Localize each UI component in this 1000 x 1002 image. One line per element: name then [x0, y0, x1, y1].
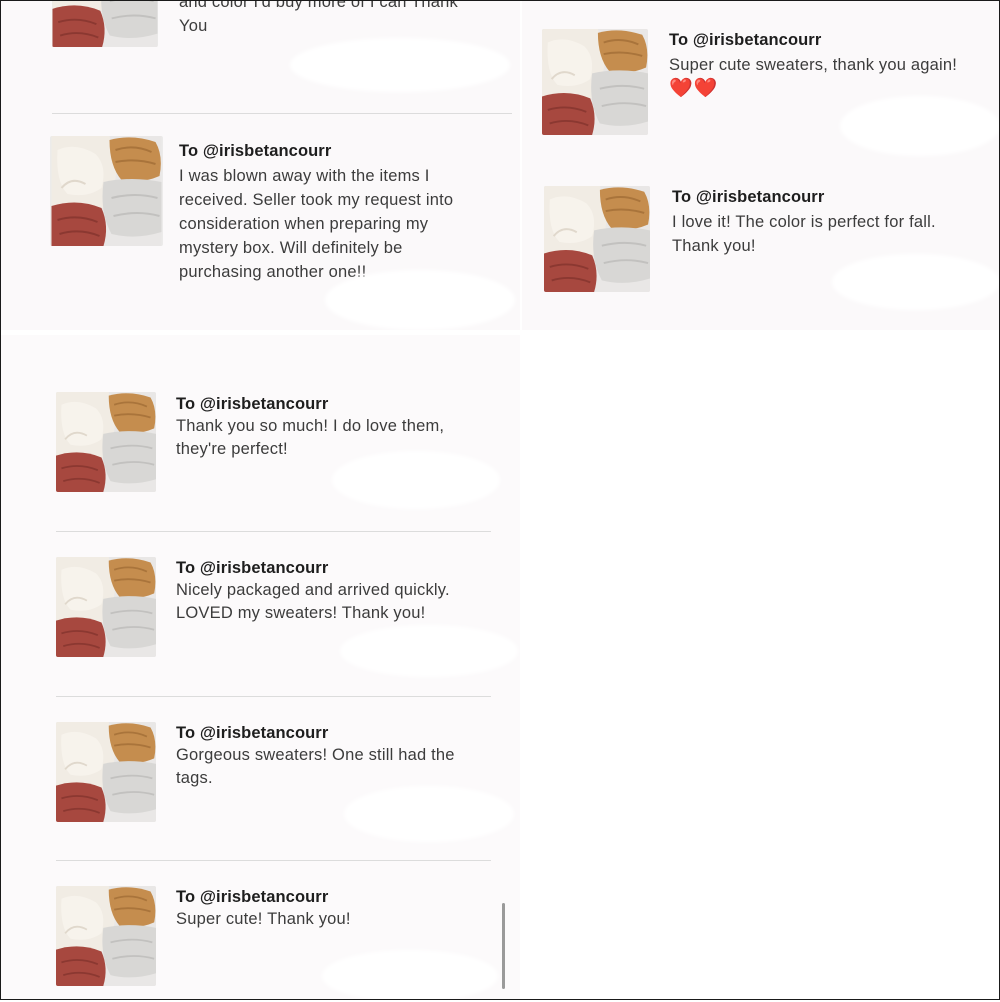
review-text: Gorgeous sweaters! One still had the tag…: [176, 746, 455, 787]
folded-sweaters-photo-icon: [56, 886, 156, 986]
review-text-line: Super cute sweaters, thank you again!: [669, 56, 958, 74]
review-divider: [56, 696, 491, 697]
review-recipient: To @irisbetancourr: [179, 142, 332, 160]
review-text: and color I'd buy more of I can Thank Yo…: [179, 0, 499, 38]
review-thumbnail-image: [56, 722, 156, 822]
folded-sweaters-photo-icon: [56, 392, 156, 492]
folded-sweaters-photo-icon: [52, 0, 158, 47]
redaction-blot: [322, 950, 498, 1002]
review-divider: [56, 860, 491, 861]
review-thumbnail-image: [50, 136, 163, 246]
screenshot-panel-top-left: and color I'd buy more of I can Thank Yo…: [0, 0, 527, 330]
redaction-blot: [290, 38, 510, 92]
review-recipient: To @irisbetancourr: [669, 31, 822, 49]
review-card: To @irisbetancourr Gorgeous sweaters! On…: [0, 698, 520, 863]
review-text-line: and color I'd buy more of I can Thank: [179, 0, 458, 11]
review-text: I love it! The color is perfect for fall…: [672, 213, 936, 255]
folded-sweaters-photo-icon: [50, 136, 163, 246]
review-divider: [56, 531, 491, 532]
review-card: To @irisbetancourr Super cute! Thank you…: [0, 862, 520, 1002]
redaction-blot: [840, 96, 1000, 156]
redaction-blot: [340, 625, 518, 677]
screenshot-panel-top-right: To @irisbetancourr Super cute sweaters, …: [522, 0, 1000, 330]
review-thumbnail-image: [56, 392, 156, 492]
folded-sweaters-photo-icon: [542, 29, 648, 135]
review-card: To @irisbetancourr I love it! The color …: [522, 170, 1000, 320]
review-recipient: To @irisbetancourr: [176, 395, 329, 413]
review-thumbnail-image: [56, 557, 156, 657]
redaction-blot: [325, 270, 515, 330]
review-card: To @irisbetancourr Super cute sweaters, …: [522, 0, 1000, 156]
review-thumbnail-image: [52, 0, 158, 47]
folded-sweaters-photo-icon: [544, 186, 650, 292]
review-thumbnail-image: [56, 886, 156, 986]
review-card-partial: and color I'd buy more of I can Thank Yo…: [0, 0, 520, 110]
review-card: To @irisbetancourr Thank you so much! I …: [0, 335, 520, 525]
review-text: Super cute sweaters, thank you again! ❤️…: [669, 53, 999, 101]
review-recipient: To @irisbetancourr: [176, 559, 329, 577]
review-recipient: To @irisbetancourr: [176, 724, 329, 742]
review-thumbnail-image: [542, 29, 648, 135]
redaction-blot: [832, 254, 1000, 310]
review-recipient: To @irisbetancourr: [672, 188, 825, 206]
review-card: To @irisbetancourr Nicely packaged and a…: [0, 533, 520, 698]
folded-sweaters-photo-icon: [56, 557, 156, 657]
review-thumbnail-image: [544, 186, 650, 292]
scrollbar-thumb[interactable]: [502, 903, 505, 989]
review-text: Super cute! Thank you!: [176, 910, 351, 928]
review-recipient: To @irisbetancourr: [176, 888, 329, 906]
review-text-line: You: [179, 17, 208, 35]
review-text: Nicely packaged and arrived quickly. LOV…: [176, 581, 450, 622]
folded-sweaters-photo-icon: [56, 722, 156, 822]
redaction-blot: [344, 786, 514, 842]
screenshot-panel-bottom: To @irisbetancourr Thank you so much! I …: [0, 335, 520, 1002]
review-text: I was blown away with the items I receiv…: [179, 167, 454, 281]
redaction-blot: [332, 451, 500, 509]
review-divider: [52, 113, 512, 114]
review-card: To @irisbetancourr I was blown away with…: [0, 120, 520, 330]
